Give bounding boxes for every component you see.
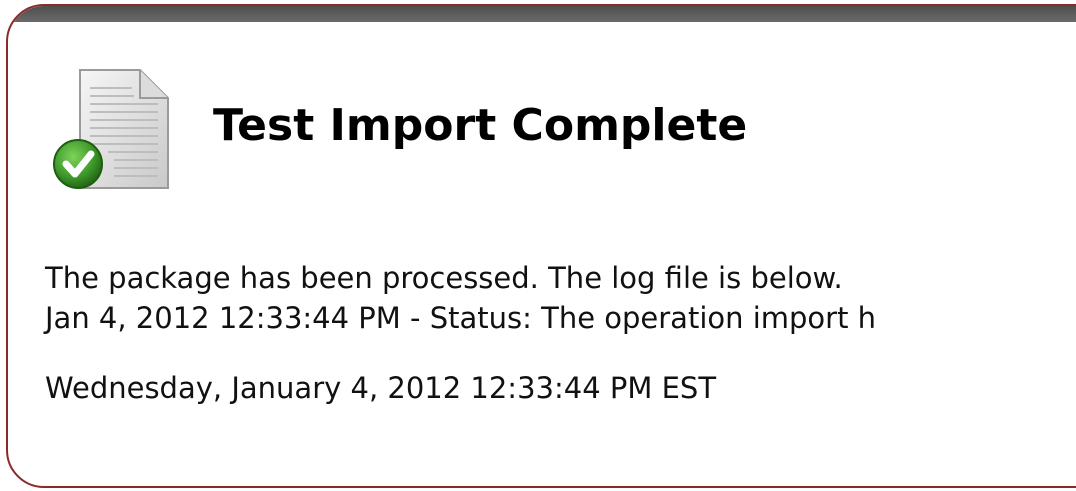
log-output: The package has been processed. The log … [45, 258, 876, 338]
log-line: The package has been processed. The log … [45, 261, 843, 295]
log-line: Jan 4, 2012 12:33:44 PM - Status: The op… [45, 301, 877, 335]
document-check-icon [53, 69, 169, 189]
panel-top-bar [8, 6, 1076, 22]
page-title: Test Import Complete [213, 100, 748, 151]
completion-timestamp: Wednesday, January 4, 2012 12:33:44 PM E… [45, 371, 717, 405]
import-status-panel: Test Import Complete The package has bee… [6, 4, 1076, 488]
